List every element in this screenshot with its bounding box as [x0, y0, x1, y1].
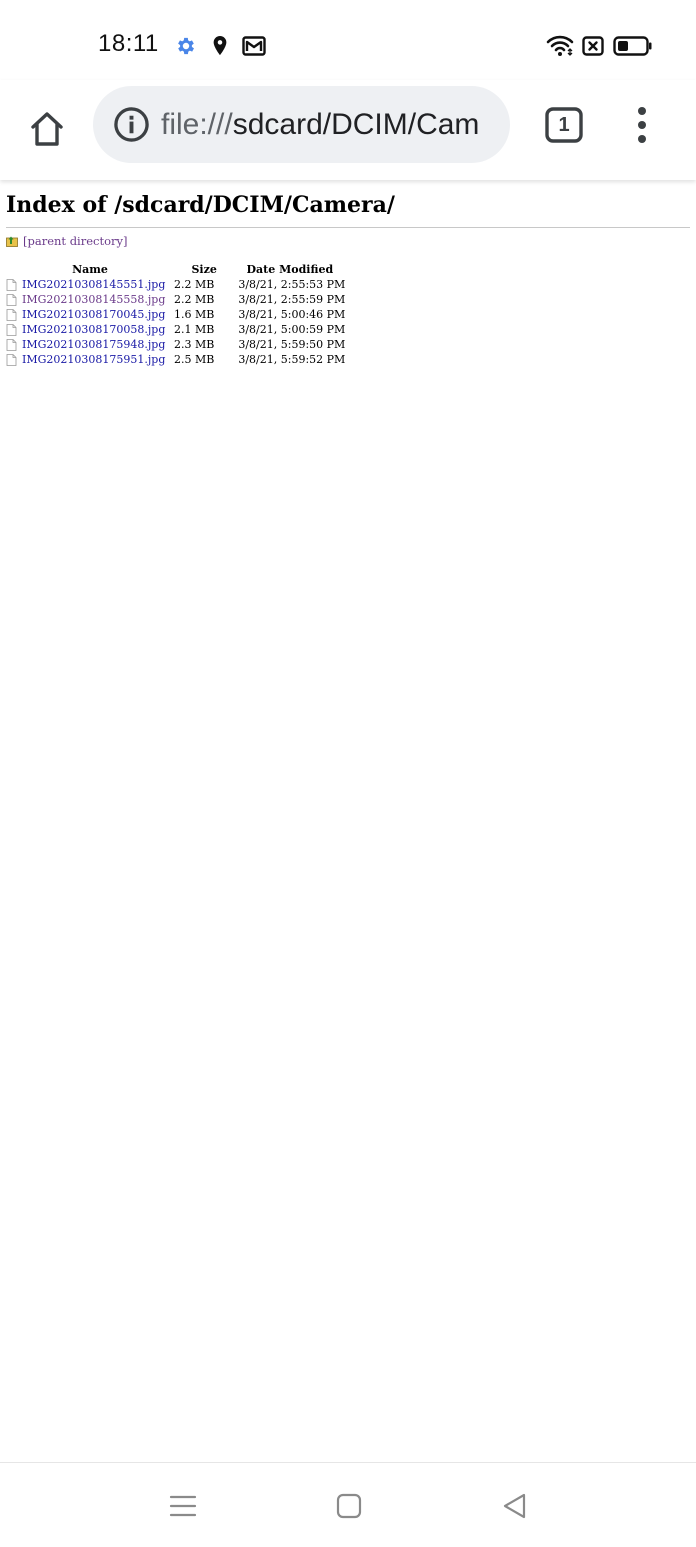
file-table: Name Size Date Modified IMG2021030814555…	[6, 262, 345, 367]
file-date: 3/8/21, 5:00:46 PM	[238, 308, 346, 321]
file-date: 3/8/21, 5:59:50 PM	[238, 338, 346, 351]
url-host: sdcard/DCIM/Cam	[232, 108, 480, 141]
three-dots-icon	[638, 107, 646, 143]
table-row: IMG20210308145551.jpg 2.2 MB 3/8/21, 2:55:…	[6, 277, 345, 292]
tab-count: 1	[558, 114, 570, 136]
file-name-cell: IMG20210308145551.jpg	[6, 277, 174, 292]
overflow-menu-button[interactable]	[628, 104, 656, 148]
file-size: 2.1 MB	[174, 323, 215, 336]
file-name-cell: IMG20210308170058.jpg	[6, 322, 174, 337]
file-icon	[6, 323, 17, 336]
file-icon	[6, 293, 17, 306]
file-link[interactable]: IMG20210308145558.jpg	[22, 292, 165, 307]
recent-apps-button[interactable]	[168, 1491, 198, 1521]
wifi-icon	[546, 34, 574, 58]
file-size: 2.5 MB	[174, 353, 215, 366]
file-name-cell: IMG20210308175951.jpg	[6, 352, 174, 367]
table-header-row: Name Size Date Modified	[6, 262, 345, 277]
file-date: 3/8/21, 5:00:59 PM	[238, 323, 346, 336]
column-header-name[interactable]: Name	[6, 262, 174, 277]
system-nav-bar	[0, 1462, 696, 1547]
parent-directory-link[interactable]: [parent directory]	[23, 234, 128, 248]
gmail-icon	[242, 34, 266, 58]
file-link[interactable]: IMG20210308170058.jpg	[22, 322, 165, 337]
data-off-icon	[581, 34, 605, 58]
info-icon[interactable]	[113, 106, 150, 143]
column-header-date[interactable]: Date Modified	[234, 262, 345, 277]
file-name-cell: IMG20210308145558.jpg	[6, 292, 174, 307]
page-title: Index of /sdcard/DCIM/Camera/	[6, 192, 395, 218]
file-size: 2.2 MB	[174, 278, 215, 291]
browser-toolbar: file:///sdcard/DCIM/Cam 1	[0, 80, 696, 180]
status-bar: 18:11	[0, 0, 696, 90]
url-bar[interactable]: file:///sdcard/DCIM/Cam	[93, 86, 510, 163]
home-button[interactable]	[22, 104, 72, 154]
file-size: 1.6 MB	[174, 308, 215, 321]
table-row: IMG20210308175948.jpg 2.3 MB 3/8/21, 5:59:…	[6, 337, 345, 352]
file-icon	[6, 353, 17, 366]
file-link[interactable]: IMG20210308175948.jpg	[22, 337, 165, 352]
file-date: 3/8/21, 5:59:52 PM	[238, 353, 346, 366]
parent-directory-row[interactable]: [parent directory]	[6, 234, 128, 248]
home-icon	[31, 112, 63, 146]
back-nav-button[interactable]	[500, 1491, 530, 1521]
url-text[interactable]: file:///sdcard/DCIM/Cam	[161, 106, 491, 143]
battery-icon	[613, 34, 653, 58]
file-icon	[6, 278, 17, 291]
divider	[6, 227, 690, 228]
file-icon	[6, 338, 17, 351]
url-scheme: file:///	[161, 108, 233, 141]
file-name-cell: IMG20210308175948.jpg	[6, 337, 174, 352]
tab-switcher-button[interactable]: 1	[545, 107, 583, 143]
file-date: 3/8/21, 2:55:59 PM	[238, 293, 346, 306]
file-name-cell: IMG20210308170045.jpg	[6, 307, 174, 322]
table-row: IMG20210308175951.jpg 2.5 MB 3/8/21, 5:59:…	[6, 352, 345, 367]
file-link[interactable]: IMG20210308145551.jpg	[22, 277, 165, 292]
location-pin-icon	[208, 34, 232, 58]
gear-icon	[174, 34, 198, 58]
table-row: IMG20210308145558.jpg 2.2 MB 3/8/21, 2:55:…	[6, 292, 345, 307]
file-size: 2.2 MB	[174, 293, 215, 306]
file-link[interactable]: IMG20210308175951.jpg	[22, 352, 165, 367]
table-row: IMG20210308170058.jpg 2.1 MB 3/8/21, 5:00:…	[6, 322, 345, 337]
file-size: 2.3 MB	[174, 338, 215, 351]
folder-up-icon	[6, 236, 18, 247]
file-icon	[6, 308, 17, 321]
file-rows: IMG20210308145551.jpg 2.2 MB 3/8/21, 2:55:…	[6, 277, 345, 367]
table-row: IMG20210308170045.jpg 1.6 MB 3/8/21, 5:00:…	[6, 307, 345, 322]
status-time: 18:11	[98, 30, 159, 57]
home-nav-button[interactable]	[334, 1491, 364, 1521]
file-link[interactable]: IMG20210308170045.jpg	[22, 307, 165, 322]
column-header-size[interactable]: Size	[174, 262, 234, 277]
file-date: 3/8/21, 2:55:53 PM	[238, 278, 346, 291]
